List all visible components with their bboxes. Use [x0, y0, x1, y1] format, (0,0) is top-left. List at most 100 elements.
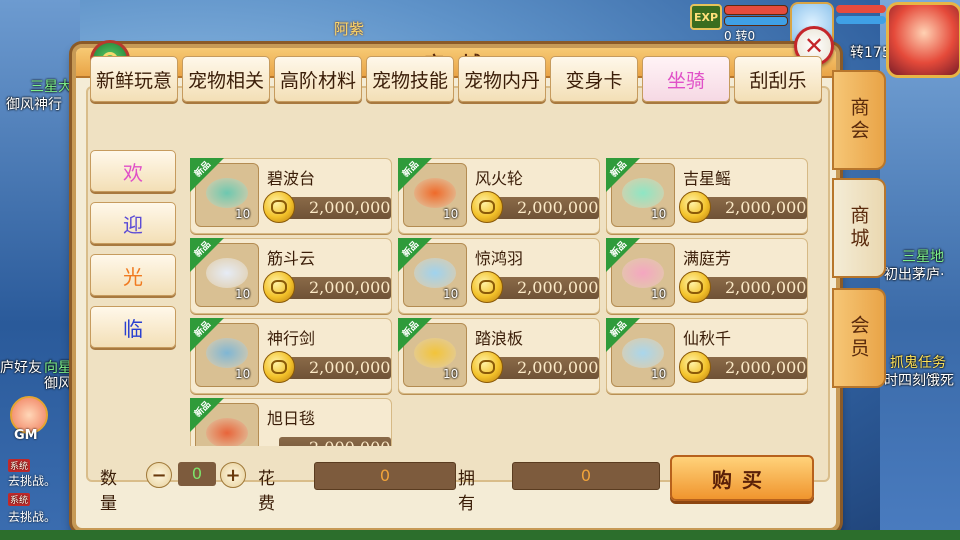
- product-card[interactable]: 新品 10 满庭芳 2,000,000: [606, 238, 808, 314]
- product-price: 2,000,000: [309, 198, 391, 217]
- welcome-char-text: 光: [123, 264, 143, 289]
- product-price: 2,000,000: [309, 278, 391, 297]
- quantity-minus-button[interactable]: −: [146, 462, 172, 488]
- hero-level-text: 转175: [850, 45, 891, 61]
- coin-icon: [263, 191, 295, 223]
- chat-line: 系统: [8, 458, 31, 472]
- buy-button[interactable]: 购买: [670, 455, 814, 501]
- npc-label: 御风: [44, 376, 72, 392]
- chat-line: 去挑战。: [8, 510, 57, 524]
- welcome-char-text: 临: [123, 316, 143, 341]
- gm-button[interactable]: GM: [6, 396, 48, 446]
- price-bar: 2,000,000: [279, 277, 391, 299]
- product-price: 2,000,000: [725, 198, 807, 217]
- chat-tag: 系统: [8, 459, 31, 472]
- tab-pet-related[interactable]: 宠物相关: [182, 56, 270, 102]
- npc-label: 初出茅庐·: [884, 267, 945, 283]
- coin-icon: [679, 351, 711, 383]
- welcome-char-text: 迎: [123, 212, 143, 237]
- product-card[interactable]: 新品 10 碧波台 2,000,000: [190, 158, 392, 234]
- product-card[interactable]: 新品 10 风火轮 2,000,000: [398, 158, 600, 234]
- npc-label: 庐好友: [0, 360, 42, 376]
- product-price: 2,000,000: [517, 278, 599, 297]
- product-name: 惊鸿羽: [475, 249, 524, 268]
- coin-icon: [263, 351, 295, 383]
- product-price: 2,000,000: [309, 438, 390, 446]
- product-grid: 新品 10 碧波台 2,000,000 新品 10 风火轮 2,000,000 …: [190, 158, 810, 446]
- product-name: 仙秋千: [683, 329, 732, 348]
- npc-label: 御风神行: [6, 97, 62, 113]
- product-card[interactable]: 新品 旭日毯 2,000,000: [190, 398, 392, 446]
- product-card[interactable]: 新品 10 踏浪板 2,000,000: [398, 318, 600, 394]
- chat-line: 系统: [8, 492, 31, 506]
- product-name: 吉星鳐: [683, 169, 732, 188]
- quantity-plus-button[interactable]: +: [220, 462, 246, 488]
- product-name: 筋斗云: [267, 249, 316, 268]
- chat-tag: 系统: [8, 493, 31, 506]
- tab-advanced-materials[interactable]: 高阶材料: [274, 56, 362, 102]
- quantity-value: 0: [178, 462, 216, 486]
- welcome-char: 欢: [90, 150, 176, 192]
- coin-icon: [471, 191, 503, 223]
- coin-icon: [263, 271, 295, 303]
- product-price: 2,000,000: [725, 358, 807, 377]
- price-bar: 2,000,000: [279, 197, 391, 219]
- price-bar: 2,000,000: [487, 197, 599, 219]
- product-price: 2,000,000: [517, 358, 599, 377]
- tab-pet-core[interactable]: 宠物内丹: [458, 56, 546, 102]
- price-bar: 2,000,000: [695, 277, 807, 299]
- npc-label: 三星地: [902, 249, 944, 265]
- product-card[interactable]: 新品 10 吉星鳐 2,000,000: [606, 158, 808, 234]
- owned-label: 拥有: [458, 469, 475, 514]
- chat-line: 去挑战。: [8, 474, 57, 488]
- gm-label: GM: [14, 428, 38, 443]
- product-price: 2,000,000: [309, 358, 391, 377]
- product-name: 旭日毯: [267, 409, 316, 428]
- side-tab-mall[interactable]: 商城: [832, 178, 886, 278]
- welcome-column: 欢 迎 光 临: [90, 150, 176, 348]
- coin-icon: [471, 351, 503, 383]
- welcome-char-text: 欢: [123, 160, 143, 185]
- tab-novelty[interactable]: 新鲜玩意: [90, 56, 178, 102]
- product-card[interactable]: 新品 10 惊鸿羽 2,000,000: [398, 238, 600, 314]
- tab-transform-card[interactable]: 变身卡: [550, 56, 638, 102]
- hero-mp-bar: [836, 16, 886, 24]
- tab-pet-skills[interactable]: 宠物技能: [366, 56, 454, 102]
- npc-label: 三星大: [30, 79, 72, 95]
- welcome-char: 临: [90, 306, 176, 348]
- player-name: 阿紫: [334, 20, 365, 38]
- tab-scratch-card[interactable]: 刮刮乐: [734, 56, 822, 102]
- mp-bar: [724, 16, 788, 26]
- price-bar: 2,000,000: [695, 197, 807, 219]
- product-name: 踏浪板: [475, 329, 524, 348]
- price-bar: 2,000,000: [487, 277, 599, 299]
- welcome-char: 迎: [90, 202, 176, 244]
- welcome-char: 光: [90, 254, 176, 296]
- cost-label: 花费: [258, 469, 275, 514]
- product-card[interactable]: 新品 10 筋斗云 2,000,000: [190, 238, 392, 314]
- owned-value: 0: [512, 462, 660, 490]
- price-bar: 2,000,000: [279, 437, 391, 446]
- price-bar: 2,000,000: [279, 357, 391, 379]
- price-bar: 2,000,000: [695, 357, 807, 379]
- hero-avatar[interactable]: [886, 2, 960, 78]
- hero-hp-bar: [836, 5, 886, 13]
- hp-bar: [724, 5, 788, 15]
- product-name: 风火轮: [475, 169, 524, 188]
- product-price: 2,000,000: [725, 278, 807, 297]
- coin-icon: [679, 271, 711, 303]
- product-card[interactable]: 新品 10 仙秋千 2,000,000: [606, 318, 808, 394]
- product-card[interactable]: 新品 10 神行剑 2,000,000: [190, 318, 392, 394]
- tab-mounts[interactable]: 坐骑: [642, 56, 730, 102]
- category-tabs: 新鲜玩意 宠物相关 高阶材料 宠物技能 宠物内丹 变身卡 坐骑 刮刮乐: [90, 56, 822, 102]
- side-tab-guild-shop[interactable]: 商会: [832, 70, 886, 170]
- cost-value: 0: [314, 462, 456, 490]
- product-price: 2,000,000: [517, 198, 599, 217]
- side-tab-membership[interactable]: 会员: [832, 288, 886, 388]
- exp-icon[interactable]: EXP: [690, 4, 722, 30]
- npc-label: 时四刻饿死: [884, 373, 954, 389]
- quantity-label: 数量: [100, 469, 117, 514]
- reincarnation-text: 0 转0: [724, 29, 756, 43]
- coin-icon: [679, 191, 711, 223]
- price-bar: 2,000,000: [487, 357, 599, 379]
